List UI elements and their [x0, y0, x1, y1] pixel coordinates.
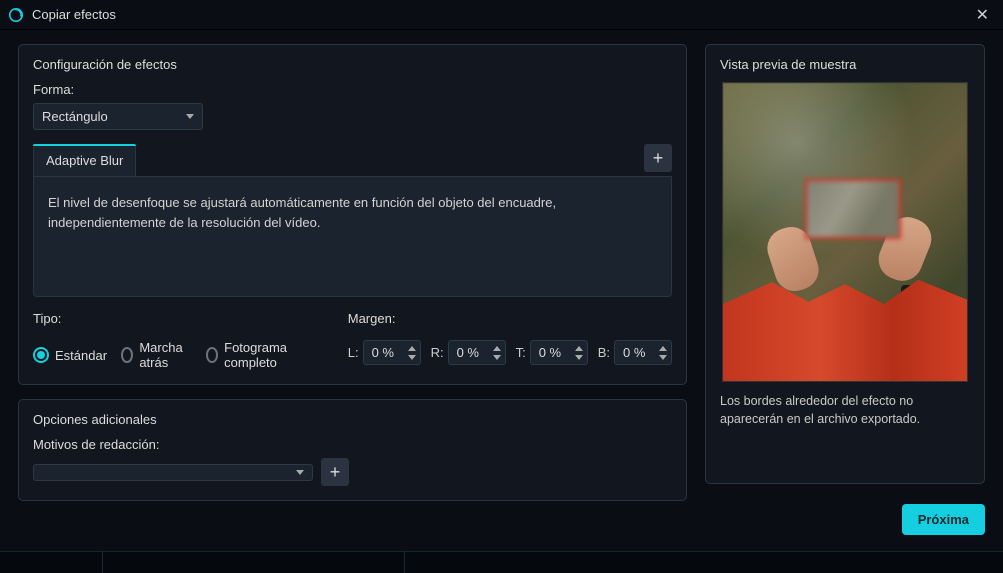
margin-l-up[interactable] — [406, 344, 418, 352]
margin-r-down[interactable] — [491, 353, 503, 361]
shape-select-value: Rectángulo — [42, 109, 108, 124]
plus-icon: + — [330, 462, 341, 483]
chevron-up-icon — [659, 346, 667, 351]
shape-select[interactable]: Rectángulo — [33, 103, 203, 130]
margin-b-label: B: — [598, 345, 610, 360]
close-icon[interactable]: ✕ — [972, 5, 993, 25]
blur-description: El nivel de desenfoque se ajustará autom… — [48, 195, 556, 230]
chevron-up-icon — [575, 346, 583, 351]
margin-l-down[interactable] — [406, 353, 418, 361]
chevron-up-icon — [408, 346, 416, 351]
margin-l-spinner[interactable]: 0 % — [363, 340, 421, 365]
blur-rectangle-overlay — [805, 179, 901, 239]
margin-t-value: 0 % — [539, 345, 567, 360]
margin-b-value: 0 % — [623, 345, 651, 360]
redaction-label: Motivos de redacción: — [33, 437, 672, 452]
plus-icon: + — [653, 148, 664, 169]
effects-config-title: Configuración de efectos — [33, 57, 672, 72]
redaction-select[interactable] — [33, 464, 313, 481]
margin-b-spinner[interactable]: 0 % — [614, 340, 672, 365]
add-tab-button[interactable]: + — [644, 144, 672, 172]
margin-t-down[interactable] — [573, 353, 585, 361]
tab-adaptive-blur[interactable]: Adaptive Blur — [33, 144, 136, 176]
margin-l-label: L: — [348, 345, 359, 360]
margin-b-down[interactable] — [657, 353, 669, 361]
tipo-label: Tipo: — [33, 311, 308, 326]
margin-b-up[interactable] — [657, 344, 669, 352]
margin-t-spinner[interactable]: 0 % — [530, 340, 588, 365]
margin-t-label: T: — [516, 345, 526, 360]
preview-note: Los bordes alrededor del efecto no apare… — [720, 392, 970, 428]
margin-label: Margen: — [348, 311, 672, 326]
preview-title: Vista previa de muestra — [720, 57, 970, 72]
radio-reverse[interactable]: Marcha atrás — [121, 340, 192, 370]
radio-fullframe-label: Fotograma completo — [224, 340, 308, 370]
chevron-down-icon — [296, 470, 304, 475]
radio-reverse-label: Marcha atrás — [139, 340, 191, 370]
effects-config-panel: Configuración de efectos Forma: Rectángu… — [18, 44, 687, 385]
effect-tabbar: Adaptive Blur + — [33, 144, 672, 177]
additional-options-title: Opciones adicionales — [33, 412, 672, 427]
margin-t-up[interactable] — [573, 344, 585, 352]
margin-r-spinner[interactable]: 0 % — [448, 340, 506, 365]
chevron-down-icon — [659, 355, 667, 360]
window-title: Copiar efectos — [32, 7, 116, 22]
app-logo-icon — [8, 7, 24, 23]
tab-label: Adaptive Blur — [46, 153, 123, 168]
shape-label: Forma: — [33, 82, 672, 97]
title-bar: Copiar efectos ✕ — [0, 0, 1003, 30]
radio-fullframe[interactable]: Fotograma completo — [206, 340, 308, 370]
tipo-radio-group: Estándar Marcha atrás Fotograma completo — [33, 340, 308, 370]
chevron-down-icon — [408, 355, 416, 360]
chevron-down-icon — [575, 355, 583, 360]
preview-panel: Vista previa de muestra Los bordes alred… — [705, 44, 985, 484]
radio-standard-label: Estándar — [55, 348, 107, 363]
margin-r-value: 0 % — [457, 345, 485, 360]
next-button[interactable]: Próxima — [902, 504, 985, 535]
chevron-up-icon — [493, 346, 501, 351]
status-bar — [0, 551, 1003, 573]
margin-r-label: R: — [431, 345, 444, 360]
margin-r-up[interactable] — [491, 344, 503, 352]
chevron-down-icon — [493, 355, 501, 360]
add-redaction-button[interactable]: + — [321, 458, 349, 486]
chevron-down-icon — [186, 114, 194, 119]
preview-image — [722, 82, 968, 382]
radio-standard[interactable]: Estándar — [33, 347, 107, 363]
effect-tab-body: El nivel de desenfoque se ajustará autom… — [33, 177, 672, 297]
margin-l-value: 0 % — [372, 345, 400, 360]
next-button-label: Próxima — [918, 512, 969, 527]
additional-options-panel: Opciones adicionales Motivos de redacció… — [18, 399, 687, 501]
